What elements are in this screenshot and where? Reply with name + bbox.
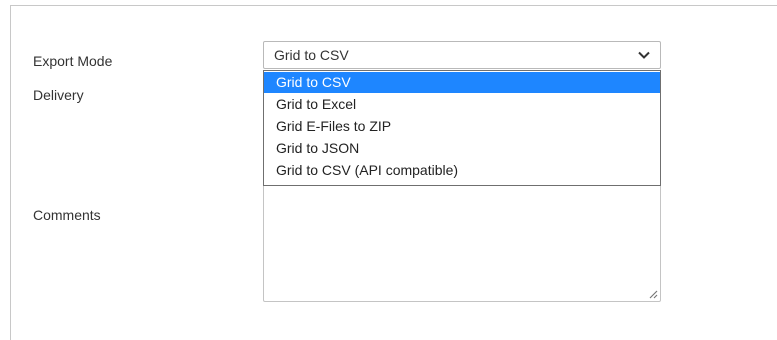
export-mode-option-grid-to-json[interactable]: Grid to JSON — [264, 138, 660, 159]
export-mode-option-grid-e-files-to-zip[interactable]: Grid E-Files to ZIP — [264, 116, 660, 137]
comments-label: Comments — [33, 207, 101, 223]
export-mode-option-grid-to-excel[interactable]: Grid to Excel — [264, 94, 660, 115]
delivery-label: Delivery — [33, 87, 84, 103]
comments-textarea[interactable] — [263, 183, 661, 302]
export-mode-select-value: Grid to CSV — [274, 47, 349, 63]
chevron-down-icon[interactable] — [638, 50, 650, 60]
export-mode-select[interactable]: Grid to CSV — [263, 41, 661, 69]
resize-grip-icon[interactable] — [648, 289, 658, 299]
export-mode-option-grid-to-csv[interactable]: Grid to CSV — [264, 72, 660, 93]
export-mode-dropdown-list: Grid to CSV Grid to Excel Grid E-Files t… — [263, 70, 661, 186]
export-mode-option-grid-to-csv-api[interactable]: Grid to CSV (API compatible) — [264, 160, 660, 181]
export-mode-label: Export Mode — [33, 53, 113, 69]
